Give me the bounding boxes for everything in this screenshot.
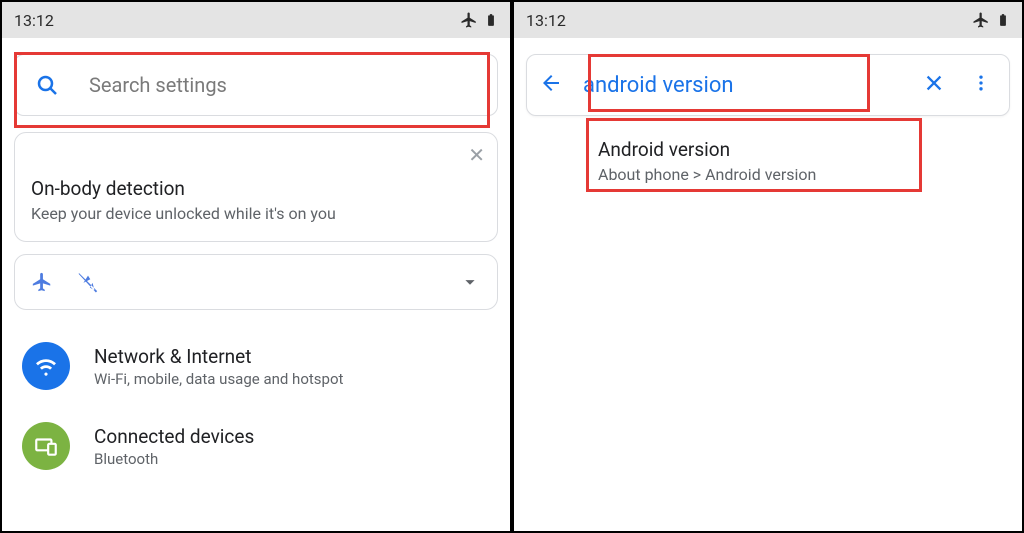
setting-connected[interactable]: Connected devices Bluetooth xyxy=(14,406,498,486)
search-icon xyxy=(35,73,59,97)
suggestion-subtitle: Keep your device unlocked while it's on … xyxy=(31,204,481,223)
status-icons xyxy=(460,11,498,29)
setting-title: Network & Internet xyxy=(94,345,343,368)
wifi-icon xyxy=(22,342,70,390)
result-title: Android version xyxy=(598,138,986,161)
status-time: 13:12 xyxy=(14,11,54,30)
clear-icon[interactable] xyxy=(915,72,953,98)
more-icon[interactable] xyxy=(965,73,997,97)
airplane-mode-icon xyxy=(460,11,478,29)
data-off-icon xyxy=(77,271,99,293)
search-result-item[interactable]: Android version About phone > Android ve… xyxy=(526,124,1010,198)
chevron-down-icon xyxy=(459,271,481,293)
search-settings-box[interactable]: Search settings xyxy=(14,54,498,116)
airplane-icon xyxy=(31,271,53,293)
result-path: About phone > Android version xyxy=(598,165,986,184)
battery-icon xyxy=(484,11,498,29)
suggestion-card[interactable]: ✕ On-body detection Keep your device unl… xyxy=(14,132,498,242)
search-placeholder: Search settings xyxy=(89,73,227,97)
setting-subtitle: Wi-Fi, mobile, data usage and hotspot xyxy=(94,370,343,388)
battery-icon xyxy=(996,11,1010,29)
search-query-text[interactable]: android version xyxy=(575,73,903,98)
airplane-mode-icon xyxy=(972,11,990,29)
status-icons xyxy=(972,11,1010,29)
settings-home-pane: 13:12 Search settings ✕ On-body detectio… xyxy=(0,0,512,533)
status-time: 13:12 xyxy=(526,11,566,30)
setting-network[interactable]: Network & Internet Wi-Fi, mobile, data u… xyxy=(14,326,498,406)
back-icon[interactable] xyxy=(539,71,563,99)
quick-toggle-card[interactable] xyxy=(14,254,498,310)
setting-title: Connected devices xyxy=(94,425,254,448)
search-input-bar[interactable]: android version xyxy=(526,54,1010,116)
setting-subtitle: Bluetooth xyxy=(94,450,254,468)
close-icon[interactable]: ✕ xyxy=(468,143,485,167)
settings-search-pane: 13:12 android version Android version Ab… xyxy=(512,0,1024,533)
suggestion-title: On-body detection xyxy=(31,177,481,200)
status-bar: 13:12 xyxy=(514,2,1022,38)
devices-icon xyxy=(22,422,70,470)
status-bar: 13:12 xyxy=(2,2,510,38)
